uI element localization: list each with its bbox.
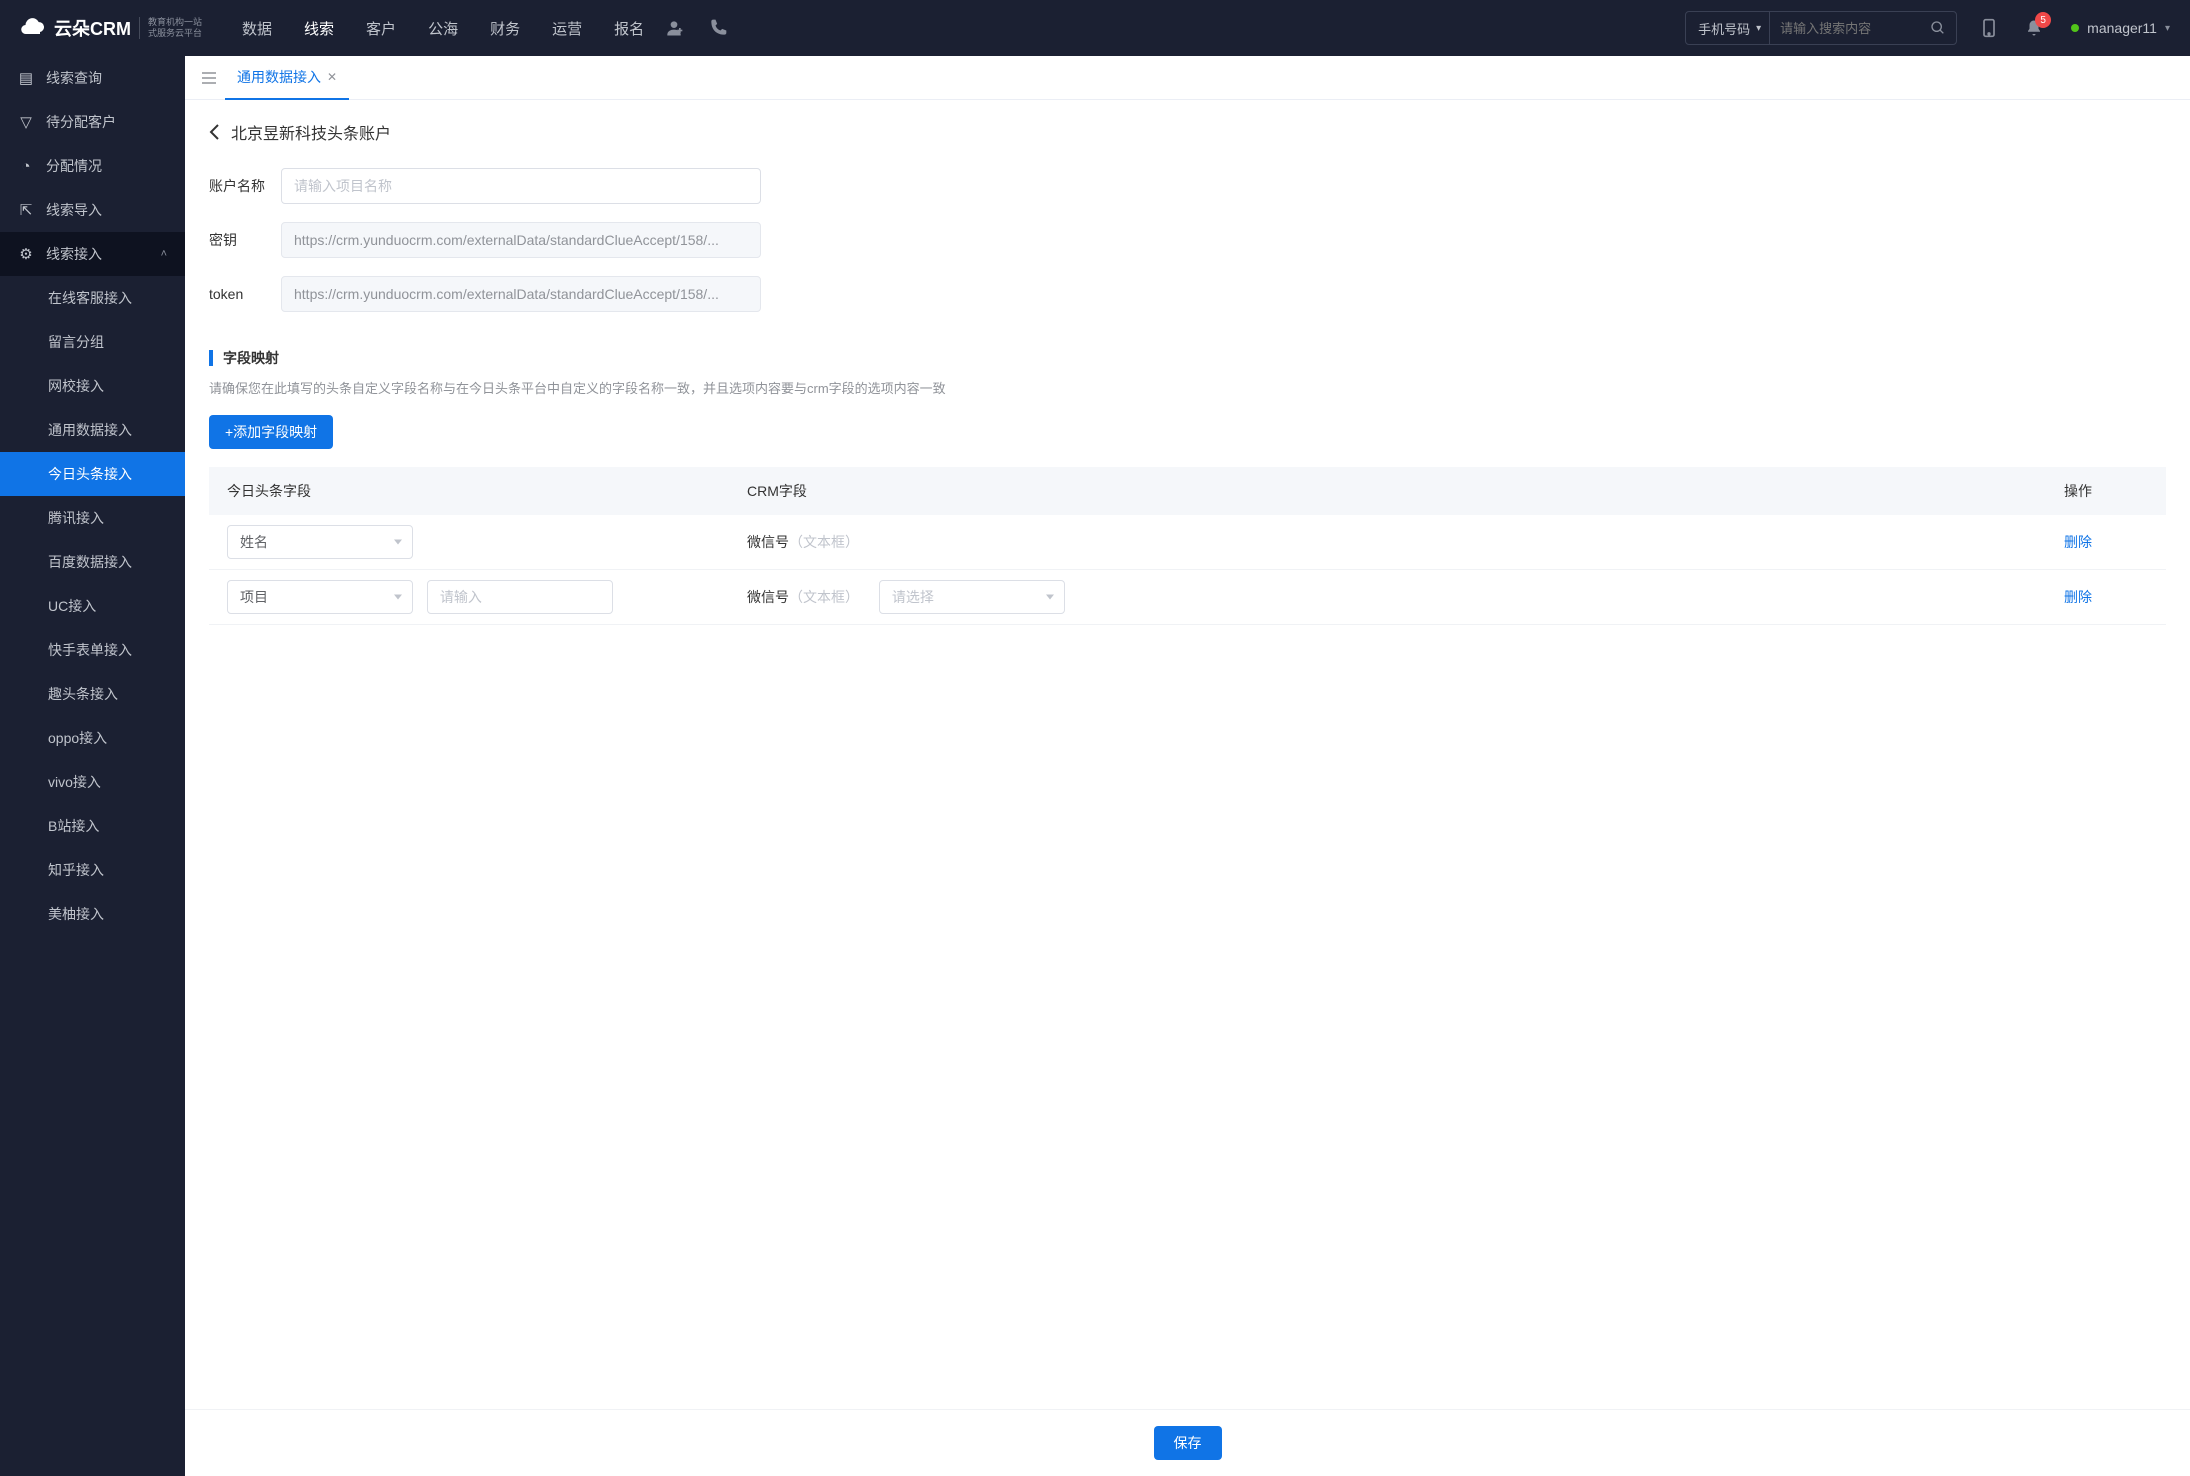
sidebar-sub-bilibili[interactable]: B站接入 bbox=[0, 804, 185, 848]
page-title: 北京昱新科技头条账户 bbox=[231, 120, 391, 144]
sidebar-sub-zhihu[interactable]: 知乎接入 bbox=[0, 848, 185, 892]
toutiao-field-select[interactable]: 姓名 bbox=[227, 525, 413, 559]
token-input[interactable] bbox=[281, 276, 761, 312]
search-input[interactable] bbox=[1770, 21, 1920, 36]
filter-icon: ▽ bbox=[18, 113, 34, 131]
nav-finance[interactable]: 财务 bbox=[490, 18, 520, 39]
mapping-table: 今日头条字段 CRM字段 操作 姓名 微信号（文本框） 删除 bbox=[209, 467, 2166, 625]
top-header: 云朵CRM 教育机构一站 式服务云平台 数据 线索 客户 公海 财务 运营 报名… bbox=[0, 0, 2190, 56]
nav-operation[interactable]: 运营 bbox=[552, 18, 582, 39]
secret-input[interactable] bbox=[281, 222, 761, 258]
form-row-account: 账户名称 bbox=[209, 168, 2166, 204]
sidebar-sub-general-data[interactable]: 通用数据接入 bbox=[0, 408, 185, 452]
username: manager11 bbox=[2087, 20, 2157, 36]
crm-field-hint: （文本框） bbox=[789, 589, 859, 605]
bell-icon[interactable]: 5 bbox=[2025, 18, 2043, 38]
import-icon: ⇱ bbox=[18, 201, 34, 219]
column-toutiao: 今日头条字段 bbox=[209, 467, 729, 515]
plug-icon: ⚙ bbox=[18, 245, 34, 263]
logo: 云朵CRM 教育机构一站 式服务云平台 bbox=[20, 15, 202, 41]
header-right: 5 manager11 ▾ bbox=[1981, 18, 2170, 38]
section-title: 字段映射 bbox=[223, 348, 279, 368]
crm-field-label: 微信号 bbox=[747, 534, 789, 550]
nav-data[interactable]: 数据 bbox=[242, 18, 272, 39]
add-mapping-button[interactable]: +添加字段映射 bbox=[209, 415, 333, 449]
header-nav-icons bbox=[664, 18, 728, 38]
sidebar-sub-qutoutiao[interactable]: 趣头条接入 bbox=[0, 672, 185, 716]
secret-label: 密钥 bbox=[209, 230, 281, 250]
status-dot-icon bbox=[2071, 24, 2079, 32]
chevron-down-icon: ▾ bbox=[2165, 23, 2170, 34]
crm-field-label: 微信号 bbox=[747, 589, 789, 605]
logo-subtitle: 教育机构一站 式服务云平台 bbox=[139, 17, 202, 39]
sidebar-sub-online-service[interactable]: 在线客服接入 bbox=[0, 276, 185, 320]
sidebar-sub-tencent[interactable]: 腾讯接入 bbox=[0, 496, 185, 540]
page-content: 北京昱新科技头条账户 账户名称 密钥 token 字段映射 请确保您在此填写的头… bbox=[185, 100, 2190, 1476]
sidebar-sub-baidu[interactable]: 百度数据接入 bbox=[0, 540, 185, 584]
page-header: 北京昱新科技头条账户 bbox=[209, 120, 2166, 144]
table-row: 姓名 微信号（文本框） 删除 bbox=[209, 515, 2166, 570]
sidebar-sub-oppo[interactable]: oppo接入 bbox=[0, 716, 185, 760]
search-type-select[interactable]: 手机号码 ▾ bbox=[1686, 12, 1770, 44]
sidebar-item-pending[interactable]: ▽ 待分配客户 bbox=[0, 100, 185, 144]
logo-text: 云朵CRM bbox=[54, 15, 131, 41]
main-area: 通用数据接入 ✕ 北京昱新科技头条账户 账户名称 密钥 token bbox=[185, 56, 2190, 1476]
tab-general-data[interactable]: 通用数据接入 ✕ bbox=[225, 56, 349, 100]
delete-link[interactable]: 删除 bbox=[2064, 589, 2092, 605]
delete-link[interactable]: 删除 bbox=[2064, 534, 2092, 550]
back-icon[interactable] bbox=[209, 123, 221, 141]
sidebar-sub-toutiao[interactable]: 今日头条接入 bbox=[0, 452, 185, 496]
chevron-down-icon: ▾ bbox=[1756, 23, 1761, 34]
column-action: 操作 bbox=[2046, 467, 2166, 515]
close-icon[interactable]: ✕ bbox=[327, 70, 337, 84]
form-row-secret: 密钥 bbox=[209, 222, 2166, 258]
tab-bar: 通用数据接入 ✕ bbox=[185, 56, 2190, 100]
phone-icon[interactable] bbox=[708, 18, 728, 38]
sidebar-item-import[interactable]: ⇱ 线索导入 bbox=[0, 188, 185, 232]
toutiao-field-select[interactable]: 项目 bbox=[227, 580, 413, 614]
header-search: 手机号码 ▾ bbox=[1685, 11, 1957, 45]
nav-pool[interactable]: 公海 bbox=[428, 18, 458, 39]
save-button[interactable]: 保存 bbox=[1154, 1426, 1222, 1460]
section-description: 请确保您在此填写的头条自定义字段名称与在今日头条平台中自定义的字段名称一致，并且… bbox=[209, 378, 2166, 397]
crm-field-select[interactable]: 请选择 bbox=[879, 580, 1065, 614]
account-label: 账户名称 bbox=[209, 176, 281, 196]
user-menu[interactable]: manager11 ▾ bbox=[2071, 20, 2170, 36]
sidebar-sub-meiyou[interactable]: 美柚接入 bbox=[0, 892, 185, 936]
sidebar-item-access[interactable]: ⚙ 线索接入 ˄ bbox=[0, 232, 185, 276]
sidebar-sub-message-group[interactable]: 留言分组 bbox=[0, 320, 185, 364]
nav-customer[interactable]: 客户 bbox=[366, 18, 396, 39]
notification-badge: 5 bbox=[2035, 12, 2051, 28]
nav-clue[interactable]: 线索 bbox=[304, 18, 334, 39]
sidebar-sub-kuaishou[interactable]: 快手表单接入 bbox=[0, 628, 185, 672]
account-name-input[interactable] bbox=[281, 168, 761, 204]
sidebar-item-allocation[interactable]: ◔ 分配情况 bbox=[0, 144, 185, 188]
mobile-icon[interactable] bbox=[1981, 18, 1997, 38]
collapse-sidebar-button[interactable] bbox=[193, 71, 225, 85]
token-label: token bbox=[209, 286, 281, 302]
column-crm: CRM字段 bbox=[729, 467, 2046, 515]
toutiao-field-input[interactable] bbox=[427, 580, 613, 614]
form-row-token: token bbox=[209, 276, 2166, 312]
sidebar-item-clue-query[interactable]: ▤ 线索查询 bbox=[0, 56, 185, 100]
sidebar-sub-school[interactable]: 网校接入 bbox=[0, 364, 185, 408]
chart-icon: ◔ bbox=[18, 158, 34, 175]
section-header-mapping: 字段映射 bbox=[209, 348, 2166, 368]
search-button[interactable] bbox=[1920, 20, 1956, 36]
sidebar-sub-vivo[interactable]: vivo接入 bbox=[0, 760, 185, 804]
chevron-up-icon: ˄ bbox=[161, 248, 167, 260]
user-plus-icon[interactable] bbox=[664, 18, 684, 38]
crm-field-hint: （文本框） bbox=[789, 534, 859, 550]
table-row: 项目 微信号（文本框） 请选择 删除 bbox=[209, 570, 2166, 625]
sidebar-sub-uc[interactable]: UC接入 bbox=[0, 584, 185, 628]
nav-enroll[interactable]: 报名 bbox=[614, 18, 644, 39]
cloud-icon bbox=[20, 18, 46, 38]
sidebar: ▤ 线索查询 ▽ 待分配客户 ◔ 分配情况 ⇱ 线索导入 ⚙ 线索接入 ˄ 在线… bbox=[0, 56, 185, 1476]
footer-bar: 保存 bbox=[185, 1409, 2190, 1476]
main-nav: 数据 线索 客户 公海 财务 运营 报名 bbox=[242, 18, 644, 39]
section-bar-icon bbox=[209, 350, 213, 366]
list-icon: ▤ bbox=[18, 69, 34, 87]
